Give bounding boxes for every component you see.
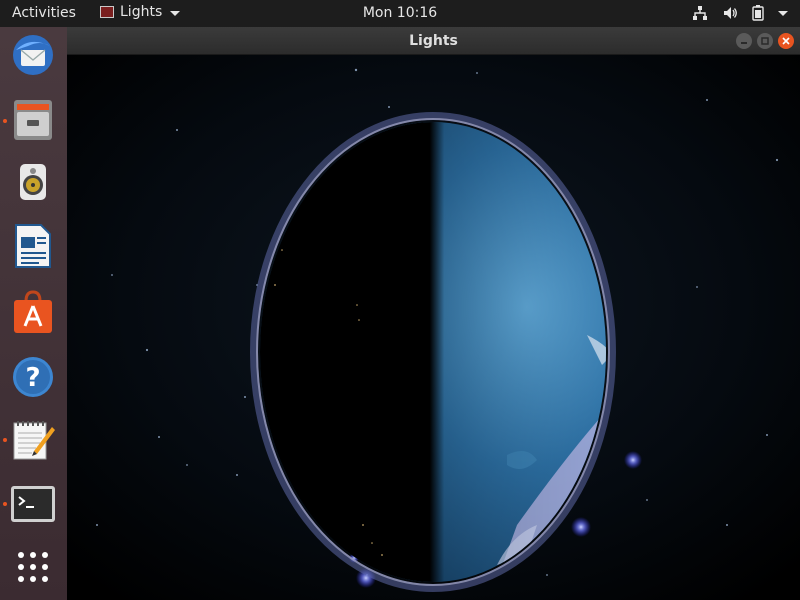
- dock-item-show-applications[interactable]: [8, 542, 58, 592]
- network-icon[interactable]: [692, 5, 708, 21]
- volume-icon[interactable]: [722, 5, 738, 21]
- running-indicator: [3, 502, 7, 506]
- dock: ?: [0, 27, 67, 600]
- dock-item-rhythmbox[interactable]: [8, 157, 58, 207]
- app-grid-icon: [18, 552, 48, 582]
- close-button[interactable]: [778, 33, 794, 49]
- maximize-icon: [761, 37, 769, 45]
- notepad-icon: [13, 421, 55, 460]
- dock-item-thunderbird[interactable]: [8, 30, 58, 80]
- battery-icon[interactable]: [752, 5, 764, 21]
- system-menu-arrow-icon[interactable]: [778, 8, 788, 18]
- system-tray[interactable]: [692, 5, 788, 21]
- dock-item-terminal[interactable]: [8, 479, 58, 529]
- shopping-bag-icon: [14, 290, 52, 333]
- dock-item-text-editor[interactable]: [8, 414, 58, 464]
- dock-item-help[interactable]: ?: [8, 352, 58, 402]
- window-controls: [736, 33, 794, 49]
- window-title: Lights: [409, 33, 458, 49]
- window-titlebar[interactable]: Lights: [67, 27, 800, 55]
- lights-window: Lights: [67, 27, 800, 600]
- dock-item-ubuntu-software[interactable]: [8, 287, 58, 337]
- file-cabinet-icon: [14, 100, 52, 140]
- minimize-button[interactable]: [736, 33, 752, 49]
- close-icon: [782, 37, 790, 45]
- dock-item-files[interactable]: [8, 95, 58, 145]
- dock-item-libreoffice-writer[interactable]: [8, 221, 58, 271]
- clock[interactable]: Mon 10:16: [0, 5, 800, 21]
- mail-icon: [13, 35, 53, 75]
- running-indicator: [3, 438, 7, 442]
- terminal-icon: [11, 486, 55, 522]
- help-icon: ?: [13, 357, 53, 397]
- document-icon: [15, 224, 51, 268]
- planet-scene[interactable]: [67, 55, 800, 600]
- svg-text:?: ?: [25, 363, 40, 393]
- maximize-button[interactable]: [757, 33, 773, 49]
- speaker-icon: [20, 164, 46, 200]
- minimize-icon: [741, 42, 747, 44]
- running-indicator: [3, 119, 7, 123]
- top-bar: Activities Lights Mon 10:16: [0, 0, 800, 27]
